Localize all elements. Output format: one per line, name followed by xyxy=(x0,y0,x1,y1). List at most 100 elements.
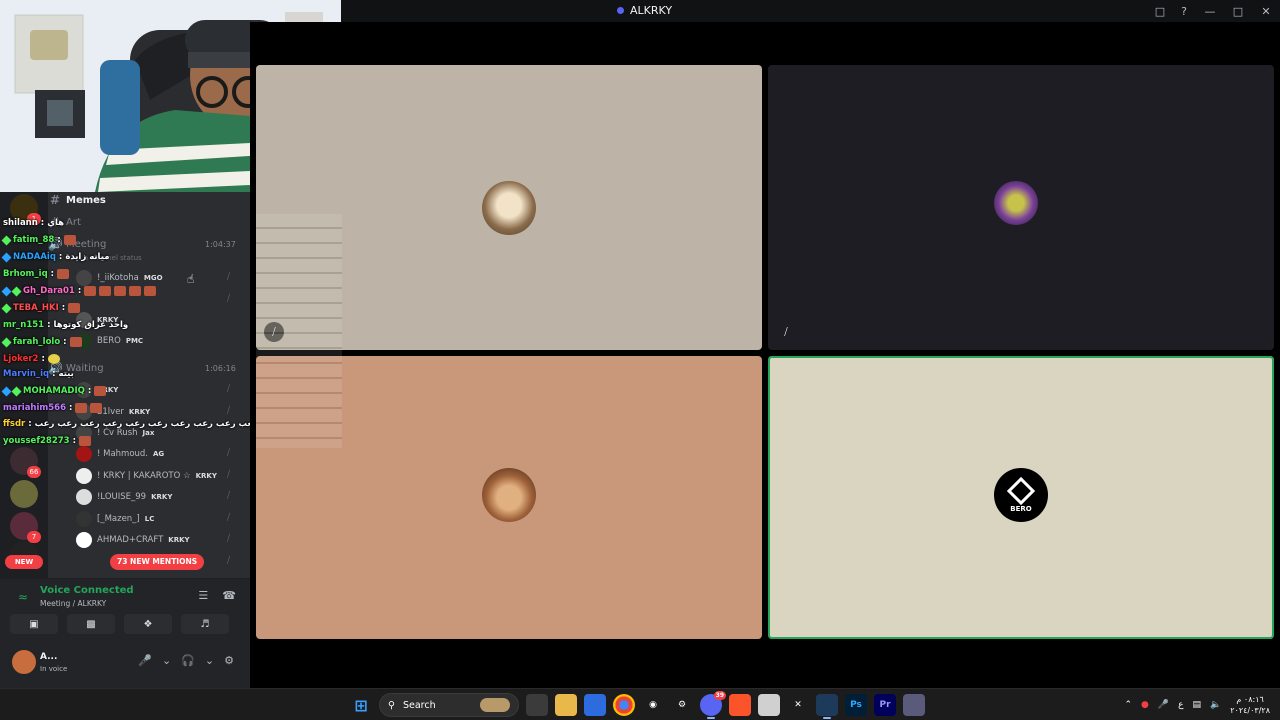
clock-time: ٠٨:١٦ م xyxy=(1236,695,1264,704)
minimize-button[interactable]: — xyxy=(1196,0,1224,22)
voice-member[interactable]: S1lver KRKY xyxy=(76,402,150,422)
server-icon-4[interactable]: 7 xyxy=(10,512,41,543)
participant-avatar xyxy=(994,181,1038,225)
user-controls: 🎤 ⌄ 🎧 ⌄ ⚙ xyxy=(138,654,234,667)
microphone-icon[interactable]: 🎤 xyxy=(138,654,152,667)
disconnect-icon[interactable]: ☎ xyxy=(222,589,236,602)
overlay-stripes xyxy=(256,214,342,448)
windows-start-icon[interactable]: ⊞ xyxy=(350,694,372,716)
text-channel-icon: # xyxy=(49,193,61,207)
gear-icon[interactable]: ⚙ xyxy=(224,654,234,667)
help-icon[interactable]: ? xyxy=(1172,0,1196,22)
avatar xyxy=(76,425,92,441)
avatar xyxy=(76,511,92,527)
tray-app-icon[interactable]: ● xyxy=(1141,700,1149,710)
clock[interactable]: ٠٨:١٦ م ٢٠٢٤/٠٣/٢٨ xyxy=(1230,694,1270,716)
mic-muted-icon: ⧸ xyxy=(227,491,231,501)
task-view-icon[interactable] xyxy=(526,694,548,716)
voice-member[interactable]: !LOUISE_99 KRKY xyxy=(76,487,172,507)
voice-member[interactable]: !_iiKotoha MGO xyxy=(76,268,163,288)
avatar xyxy=(76,382,92,398)
brave-icon[interactable] xyxy=(729,694,751,716)
chevron-down-icon[interactable]: ⌄ xyxy=(205,654,214,667)
activities-button[interactable]: ❖ xyxy=(124,614,172,634)
voice-member[interactable]: ! Mahmoud. AG xyxy=(76,444,164,464)
channel-label: Meeting xyxy=(66,238,107,250)
language-indicator[interactable]: ع xyxy=(1178,700,1183,710)
taskbar-search[interactable]: ⚲ Search xyxy=(379,693,519,717)
app-icon[interactable] xyxy=(903,694,925,716)
participant-tile[interactable]: ⧸ xyxy=(768,65,1274,350)
member-tag: KRKY xyxy=(97,386,119,394)
channel-sidebar: 1 66 7 NEW # Memes # Art 🔊 Meeting 1:04:… xyxy=(0,192,250,688)
headphones-icon[interactable]: 🎧 xyxy=(181,654,195,667)
premiere-icon[interactable]: Pr xyxy=(874,694,896,716)
noise-suppression-icon[interactable]: ☰ xyxy=(198,589,208,602)
server-icon-5[interactable] xyxy=(10,541,38,555)
voice-connected-label[interactable]: Voice Connected xyxy=(40,585,134,596)
steam-icon[interactable]: ⚙ xyxy=(671,694,693,716)
store-icon[interactable] xyxy=(584,694,606,716)
participant-tile-speaking[interactable]: BERO xyxy=(768,356,1274,639)
obs-icon[interactable]: ◉ xyxy=(642,694,664,716)
inbox-icon[interactable]: □ xyxy=(1148,0,1172,22)
voice-member[interactable]: AHMAD+CRAFT KRKY xyxy=(76,530,190,550)
mic-muted-icon: ⧸ xyxy=(227,272,231,282)
member-tag: AG xyxy=(153,450,165,458)
server-list: 1 66 7 NEW xyxy=(0,192,48,578)
streaming-app-icon[interactable] xyxy=(816,694,838,719)
server-icon-1[interactable]: 1 xyxy=(10,194,41,225)
microphone-icon[interactable]: 🎤 xyxy=(1158,700,1169,710)
logo-text: BERO xyxy=(1010,505,1032,513)
volume-icon[interactable]: 🔈 xyxy=(1210,700,1221,710)
voice-controls: ▣ ▩ ❖ ♬ xyxy=(10,614,229,634)
server-icon-3[interactable] xyxy=(10,480,38,508)
channel-art[interactable]: # Art xyxy=(48,212,81,232)
channel-meeting[interactable]: 🔊 Meeting 1:04:37 xyxy=(48,234,236,254)
server-icon-2[interactable]: 66 xyxy=(10,447,41,478)
discord-icon[interactable]: 39 xyxy=(700,691,726,719)
voice-member[interactable]: KRKY xyxy=(76,310,118,330)
photoshop-icon[interactable]: Ps xyxy=(845,694,867,716)
screen-share-button[interactable]: ▩ xyxy=(67,614,115,634)
channel-label: Waiting xyxy=(66,362,104,374)
avatar[interactable] xyxy=(12,650,36,674)
channel-waiting[interactable]: 🔊 Waiting 1:06:16 xyxy=(48,358,236,378)
new-mentions-button[interactable]: 73 NEW MENTIONS xyxy=(110,554,205,570)
voice-member[interactable]: ! KRKY | KAKAROTO ☆ KRKY xyxy=(76,466,217,486)
network-icon[interactable]: ▤ xyxy=(1193,700,1202,710)
taskbar-apps: ⊞ ⚲ Search ◉ ⚙ 39 ✕ Ps Pr xyxy=(350,691,925,719)
channel-memes[interactable]: # Memes xyxy=(48,192,106,210)
voice-member[interactable]: KRKY xyxy=(76,380,118,400)
channel-label: Memes xyxy=(66,194,106,206)
camera-off-button[interactable]: ▣ xyxy=(10,614,58,634)
member-tag: KRKY xyxy=(128,408,151,416)
soundboard-button[interactable]: ♬ xyxy=(181,614,229,634)
member-tag: KRKY xyxy=(195,472,217,480)
capcut-icon[interactable]: ✕ xyxy=(787,694,809,716)
member-name: AHMAD+CRAFT xyxy=(97,535,164,545)
member-name: !_iiKotoha xyxy=(97,273,139,283)
voice-location[interactable]: Meeting / ALKRKY xyxy=(40,599,106,608)
avatar xyxy=(76,312,92,328)
new-badge[interactable]: NEW xyxy=(5,555,43,569)
voice-member[interactable]: [_Mazen_] LC xyxy=(76,509,154,529)
channel-status[interactable]: Set a channel status xyxy=(70,254,142,262)
member-tag: KRKY xyxy=(168,536,190,544)
mic-muted-icon: ⧸ xyxy=(227,556,231,566)
close-button[interactable]: ✕ xyxy=(1252,0,1280,22)
maximize-button[interactable]: □ xyxy=(1224,0,1252,22)
signal-icon[interactable]: ≈ xyxy=(18,590,28,604)
voice-channel-icon: 🔊 xyxy=(48,237,63,251)
chrome-icon[interactable] xyxy=(613,694,635,716)
username[interactable]: A... xyxy=(40,652,57,662)
system-tray: ⌃ ● 🎤 ع ▤ 🔈 ٠٨:١٦ م ٢٠٢٤/٠٣/٢٨ xyxy=(1125,692,1271,718)
app-icon[interactable] xyxy=(758,694,780,716)
chevron-down-icon[interactable]: ⌄ xyxy=(162,654,171,667)
avatar xyxy=(76,333,92,349)
file-explorer-icon[interactable] xyxy=(555,694,577,716)
channel-timer: 1:06:16 xyxy=(205,363,236,373)
voice-member[interactable]: ! Cv Rush Jax xyxy=(76,423,154,443)
chevron-up-icon[interactable]: ⌃ xyxy=(1125,700,1133,710)
voice-member[interactable]: BERO PMC xyxy=(76,331,143,351)
